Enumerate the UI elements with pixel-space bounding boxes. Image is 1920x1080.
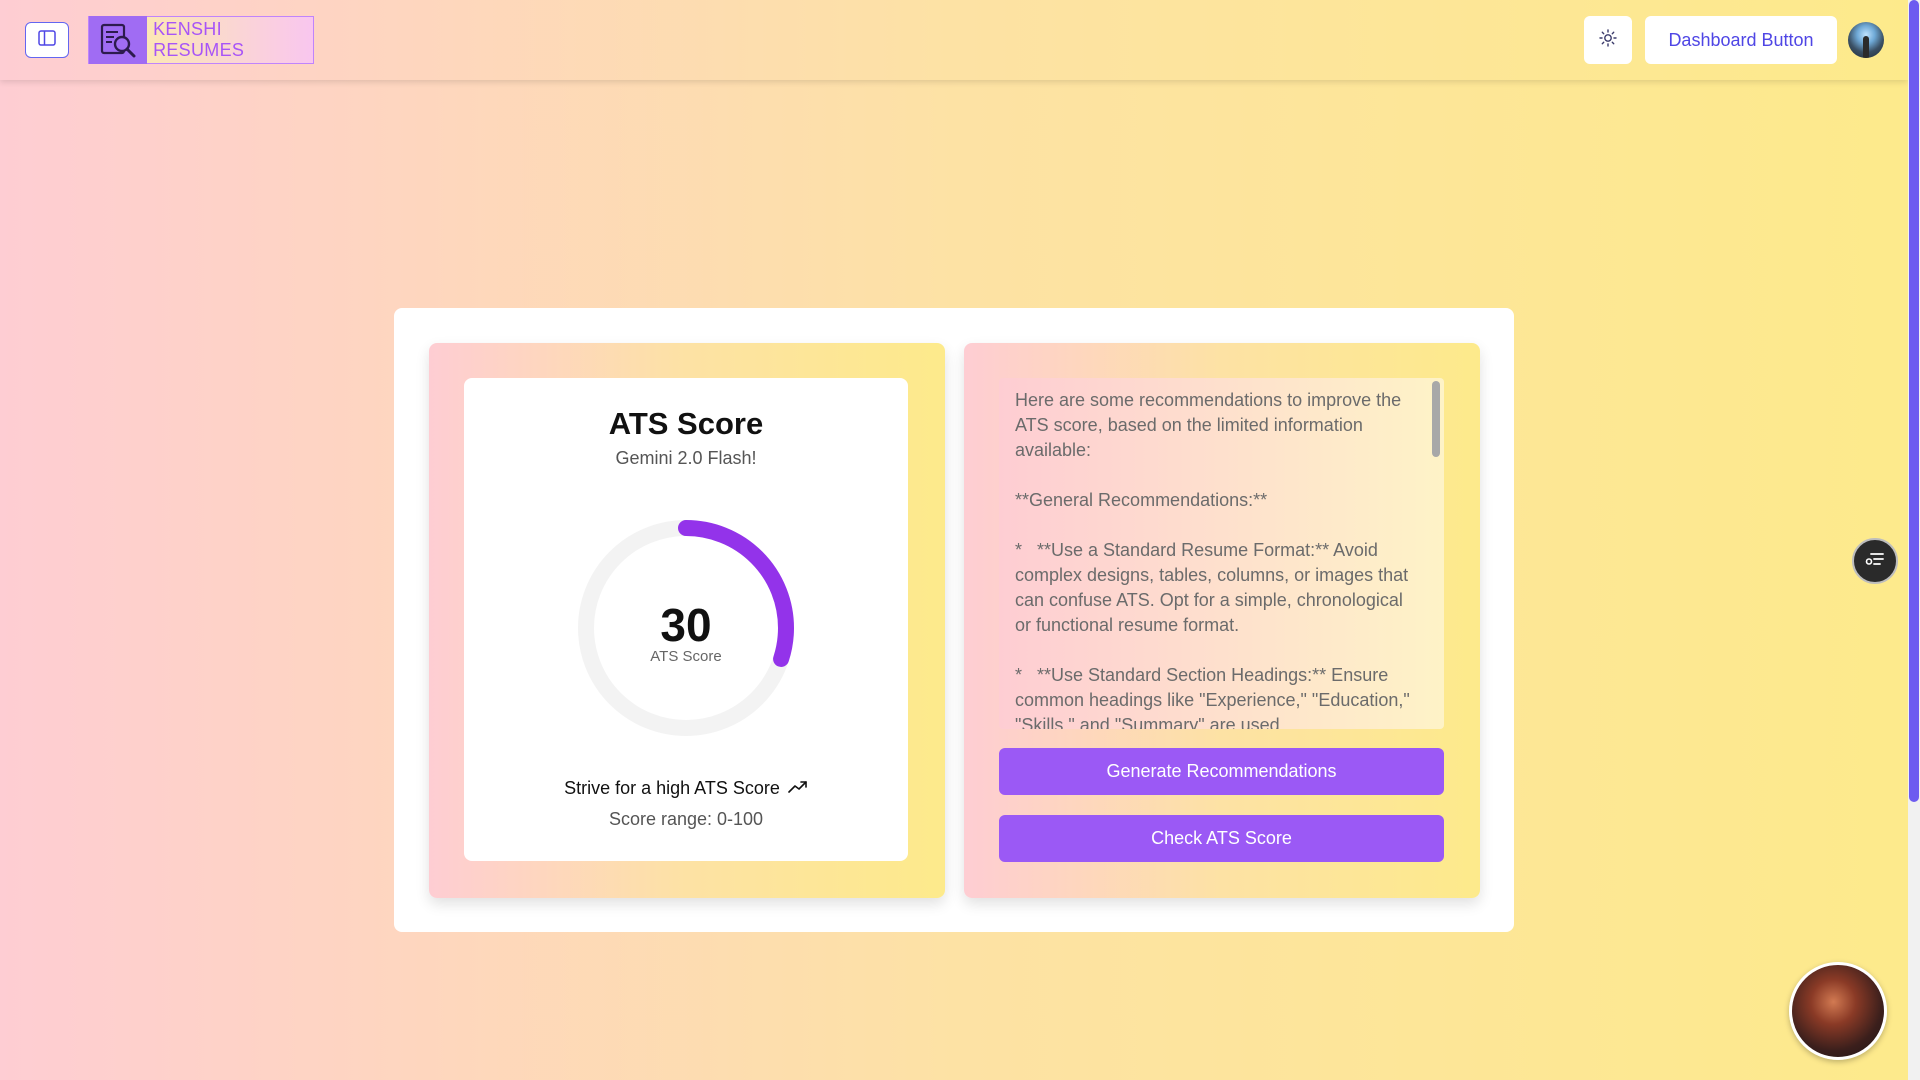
recommendations-panel: Here are some recommendations to improve… [964, 343, 1480, 898]
recommendations-text: Here are some recommendations to improve… [1015, 390, 1410, 729]
score-subtitle: Gemini 2.0 Flash! [615, 448, 757, 468]
generate-recommendations-button[interactable]: Generate Recommendations [999, 748, 1444, 795]
strive-message: Strive for a high ATS Score [464, 778, 908, 799]
sun-icon [1599, 28, 1617, 52]
recommendations-scrollbar[interactable] [1432, 381, 1440, 457]
score-value: 30 [660, 599, 712, 651]
chat-assistant-avatar[interactable] [1789, 962, 1887, 1060]
dashboard-button[interactable]: Dashboard Button [1645, 16, 1837, 64]
trending-up-icon [788, 778, 808, 799]
theme-toggle-button[interactable] [1584, 16, 1632, 64]
list-settings-icon [1865, 551, 1885, 572]
recommendations-textarea[interactable]: Here are some recommendations to improve… [999, 378, 1444, 729]
page-scrollbar-thumb[interactable] [1909, 0, 1919, 802]
brand-name: KENSHI RESUMES [153, 19, 245, 60]
ats-main-card: ATS Score Gemini 2.0 Flash! 30 ATS Score… [394, 308, 1514, 932]
score-panel: ATS Score Gemini 2.0 Flash! 30 ATS Score… [429, 343, 945, 898]
top-navbar: KENSHI RESUMES Dashboard Button [0, 0, 1908, 80]
strive-text: Strive for a high ATS Score [564, 778, 780, 798]
sidebar-panel-icon [38, 29, 56, 51]
score-card: ATS Score Gemini 2.0 Flash! 30 ATS Score… [464, 378, 908, 861]
sidebar-toggle-button[interactable] [25, 22, 69, 58]
document-search-icon [89, 16, 148, 64]
score-range: Score range: 0-100 [608, 809, 764, 829]
check-ats-score-button[interactable]: Check ATS Score [999, 815, 1444, 862]
user-avatar[interactable] [1848, 22, 1884, 58]
floating-menu-button[interactable] [1852, 538, 1898, 584]
score-value-label: ATS Score [650, 648, 722, 665]
score-title: ATS Score [608, 406, 764, 441]
brand-logo[interactable]: KENSHI RESUMES [88, 16, 314, 64]
